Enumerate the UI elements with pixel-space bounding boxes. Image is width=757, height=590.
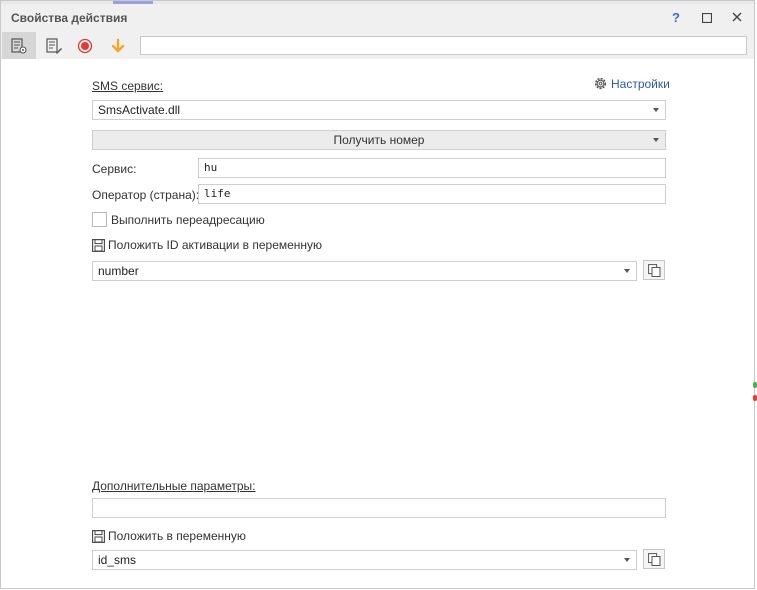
result-variable-dropdown[interactable]: id_sms (92, 550, 637, 570)
green-mark (753, 382, 757, 388)
maximize-icon (701, 12, 713, 24)
red-mark (753, 395, 757, 401)
result-variable-copy-button[interactable] (643, 549, 665, 569)
record-icon (77, 38, 93, 53)
operator-input[interactable]: life (198, 184, 666, 204)
result-variable-value: id_sms (98, 553, 137, 567)
gear-icon (594, 77, 607, 90)
redirect-checkbox[interactable] (92, 212, 107, 227)
help-button[interactable]: ? (664, 8, 688, 28)
get-number-dropdown[interactable]: Получить номер (92, 130, 666, 150)
toolbar (1, 31, 754, 59)
settings-label: Настройки (611, 76, 670, 91)
sms-provider-value: SmsActivate.dll (98, 103, 181, 117)
chevron-down-icon (653, 138, 659, 142)
activation-variable-dropdown[interactable]: number (92, 261, 637, 281)
maximize-button[interactable] (695, 8, 719, 28)
redirect-label: Выполнить переадресацию (111, 213, 265, 227)
title-bar: Свойства действия ? (1, 4, 754, 31)
sms-service-label: SMS сервис: (92, 79, 164, 93)
arrow-down-icon (111, 38, 125, 52)
result-variable-row: Положить в переменную (92, 529, 246, 543)
save-icon (92, 238, 105, 252)
extra-params-label: Дополнительные параметры: (92, 479, 256, 493)
action-properties-tool[interactable] (2, 32, 36, 59)
move-down-tool[interactable] (101, 32, 135, 59)
operator-label: Оператор (страна): (92, 188, 200, 202)
service-input[interactable]: hu (198, 158, 666, 178)
copy-icon (647, 552, 660, 566)
get-number-value: Получить номер (333, 133, 425, 147)
chevron-down-icon (624, 558, 630, 562)
action-properties-icon (11, 37, 27, 54)
result-variable-label: Положить в переменную (108, 529, 246, 543)
action-properties-window: Свойства действия ? SMS сервис: Настройк… (0, 0, 755, 589)
side-status-marks (753, 382, 757, 404)
window-title: Свойства действия (11, 11, 128, 25)
record-tool[interactable] (68, 32, 102, 59)
extra-params-input[interactable] (92, 498, 666, 518)
copy-icon (647, 263, 660, 277)
save-icon (92, 529, 105, 543)
activation-variable-value: number (98, 264, 139, 278)
chevron-down-icon (624, 269, 630, 273)
close-icon (732, 12, 742, 22)
sms-provider-dropdown[interactable]: SmsActivate.dll (92, 100, 666, 120)
activation-variable-copy-button[interactable] (643, 260, 665, 280)
activation-id-label: Положить ID активации в переменную (108, 238, 323, 252)
edit-notes-tool[interactable] (37, 32, 71, 59)
settings-link[interactable]: Настройки (593, 76, 670, 91)
close-button[interactable] (725, 8, 749, 28)
chevron-down-icon (653, 108, 659, 112)
service-label: Сервис: (92, 162, 137, 176)
properties-content: SMS сервис: Настройки SmsActivate.dll По… (1, 59, 754, 590)
toolbar-search-input[interactable] (140, 36, 747, 55)
activation-id-row: Положить ID активации в переменную (92, 238, 322, 252)
edit-notes-icon (46, 37, 62, 54)
